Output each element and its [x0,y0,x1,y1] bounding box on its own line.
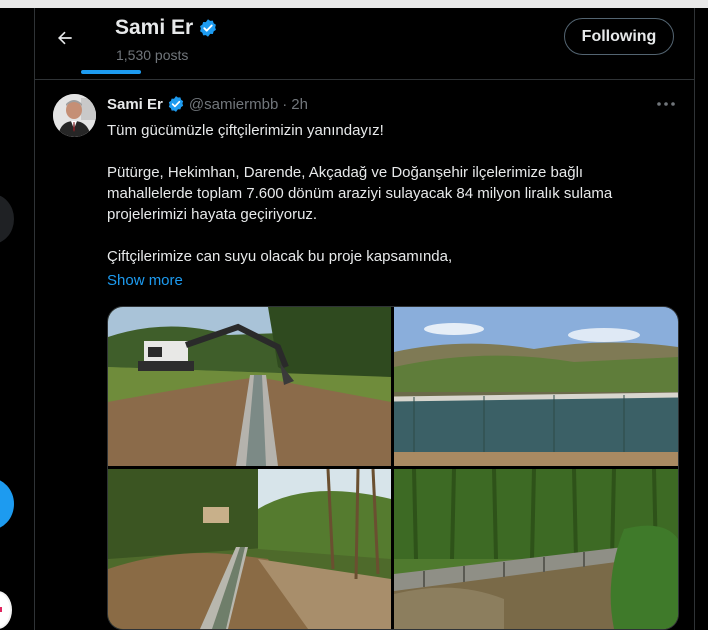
header-profile-name: Sami Er [115,16,218,40]
avatar-image [53,94,96,137]
tab-indicator [81,70,141,74]
show-more-link[interactable]: Show more [107,272,183,289]
author-avatar[interactable] [53,94,96,137]
photo-irrigation-pool[interactable] [394,307,678,466]
tweet-text-paragraph: Pütürge, Hekimhan, Darende, Akçadağ ve D… [107,164,613,223]
tweet[interactable]: Sami Er @samiermbb · 2h Tüm gücümüzle çi… [35,80,694,630]
verified-badge-icon [200,19,217,37]
rail-nav-button[interactable] [0,194,14,244]
following-button[interactable]: Following [564,18,674,55]
profile-header: Sami Er 1,530 posts Following [35,8,694,80]
left-nav-rail [0,8,34,630]
more-options-icon [657,102,675,106]
tweet-text: Tüm gücümüzle çiftçilerimizin yanındayız… [107,120,667,267]
tweet-timestamp[interactable]: 2h [291,96,308,113]
rail-post-button[interactable] [0,478,14,530]
back-button[interactable] [49,22,81,54]
tweet-author-name[interactable]: Sami Er [107,96,163,113]
tweet-header: Sami Er @samiermbb · 2h [107,94,308,114]
arrow-left-icon [58,31,72,45]
main-column: Sami Er 1,530 posts Following Sami Er @s… [34,8,695,630]
tweet-text-paragraph: Çiftçilerimize can suyu olacak bu proje … [107,248,453,265]
verified-badge-icon [168,96,183,112]
post-count: 1,530 posts [116,47,189,63]
rail-profile-avatar[interactable] [0,591,12,629]
header-name-text: Sami Er [115,16,194,39]
separator-dot: · [282,95,288,113]
browser-top-strip [0,0,708,8]
tweet-text-line: Tüm gücümüzle çiftçilerimizin yanındayız… [107,122,384,139]
photo-canal-poplars[interactable] [394,469,678,629]
more-options-button[interactable] [655,94,677,114]
photo-canal-trees[interactable] [108,469,391,629]
media-grid [107,306,679,630]
tweet-handle[interactable]: @samiermbb [189,96,278,113]
photo-excavator-canal[interactable] [108,307,391,466]
